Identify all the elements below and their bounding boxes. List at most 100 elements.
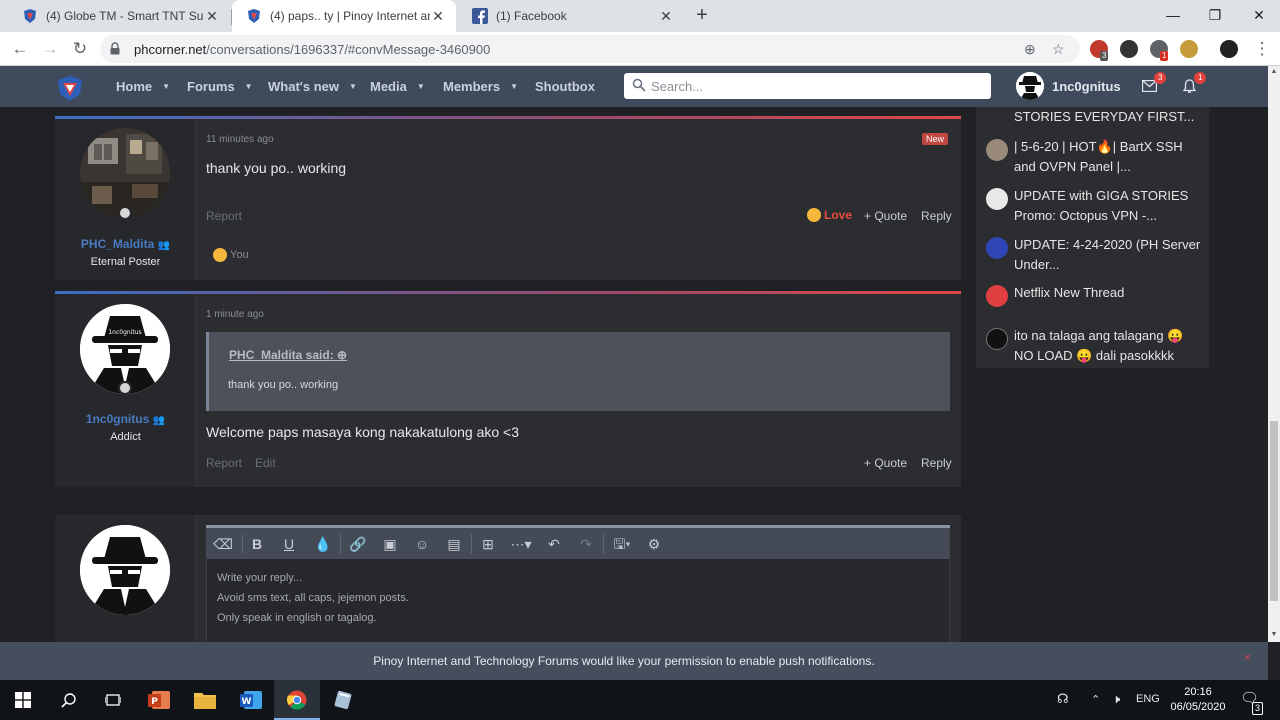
nav-media[interactable]: Media ▼ [370,79,425,94]
undo-icon[interactable]: ↶ [543,534,565,554]
taskbar-chrome[interactable] [274,680,320,720]
author-username[interactable]: 1nc0gnitus 👥 [55,412,196,426]
avatar[interactable] [986,188,1008,210]
thread-title[interactable]: STORIES EVERYDAY FIRST... [1014,107,1206,127]
tab-close-icon[interactable]: ✕ [204,8,220,25]
reply-button[interactable]: Reply [921,456,952,470]
message-timestamp[interactable]: 1 minute ago [206,309,264,320]
edit-link[interactable]: Edit [255,456,276,470]
sidebar-thread-item[interactable]: STORIES EVERYDAY FIRST... [984,107,1206,127]
love-reaction-button[interactable]: Love [807,208,852,222]
sidebar-thread-item[interactable]: | 5-6-20 | HOT🔥| BartX SSH and OVPN Pane… [984,137,1206,179]
quote-author-link[interactable]: PHC_Maldita said: ⊕ [229,348,347,362]
thread-title[interactable]: Netflix New Thread [1014,283,1206,303]
maximize-button[interactable]: ❐ [1192,0,1238,30]
scrollbar-thumb[interactable] [1270,421,1278,601]
tab-close-icon[interactable]: ✕ [430,8,446,25]
quote-button[interactable]: + Quote [864,456,907,470]
input-language[interactable]: ENG [1136,693,1160,705]
tab-facebook[interactable]: (1) Facebook ✕ [458,0,684,32]
avatar[interactable] [80,128,170,218]
reply-button[interactable]: Reply [921,209,952,223]
forward-button[interactable]: → [38,37,62,61]
nav-username[interactable]: 1nc0gnitus [1052,79,1121,94]
quote-button[interactable]: + Quote [864,209,907,223]
minimize-button[interactable]: — [1150,0,1196,30]
nav-whats-new[interactable]: What's new ▼ [268,79,357,94]
scroll-up-icon[interactable]: ▲ [1268,68,1280,75]
profile-avatar-icon[interactable] [1220,40,1238,58]
smiley-icon[interactable]: ☺ [411,534,433,554]
author-username[interactable]: PHC_Maldita 👥 [55,237,196,251]
system-clock[interactable]: 20:16 06/05/2020 [1168,685,1228,715]
redo-icon[interactable]: ↷ [575,534,597,554]
start-button[interactable] [0,680,46,720]
volume-muted-icon[interactable]: 🕨 [1112,691,1120,707]
new-tab-button[interactable]: + [691,4,713,28]
close-window-button[interactable]: ✕ [1236,0,1280,30]
gear-icon[interactable]: ⚙ [643,534,665,554]
chevron-up-icon[interactable]: ⌃ [1091,693,1100,706]
thread-title[interactable]: UPDATE with GIGA STORIES Promo: Octopus … [1014,186,1206,226]
bold-icon[interactable]: B [246,534,268,554]
report-link[interactable]: Report [206,209,242,223]
clock-time: 20:16 [1184,686,1212,698]
tab-phcorner-conversation[interactable]: (4) paps.. ty | Pinoy Internet and T ✕ [232,0,456,32]
sidebar-thread-item[interactable]: Netflix New Thread [984,283,1206,307]
address-bar[interactable]: phcorner.net/conversations/1696337/#conv… [100,35,1080,63]
taskbar-powerpoint[interactable]: P [136,680,182,720]
reaction-summary[interactable]: You [213,248,249,262]
gif-icon[interactable]: ▤ [443,534,465,554]
cookie-extension-icon[interactable] [1180,40,1198,58]
push-notification-banner[interactable]: Pinoy Internet and Technology Forums wou… [0,642,1268,680]
nav-home[interactable]: Home ▼ [116,79,170,94]
tab-globe-tm[interactable]: (4) Globe TM - Smart TNT Sun RP ✕ [8,0,230,32]
tab-close-icon[interactable]: ✕ [658,8,674,25]
text-color-icon[interactable]: 💧 [312,534,334,554]
link-icon[interactable]: 🔗 [347,534,369,554]
back-button[interactable]: ← [8,37,32,61]
user-avatar[interactable] [1016,72,1044,100]
close-icon[interactable]: ✕ [1243,653,1251,664]
avatar[interactable] [986,285,1008,307]
menu-dots-icon[interactable]: ⋮ [1250,37,1274,61]
avatar[interactable] [986,139,1008,161]
thread-title[interactable]: | 5-6-20 | HOT🔥| BartX SSH and OVPN Pane… [1014,137,1206,177]
sidebar-thread-item[interactable]: UPDATE with GIGA STORIES Promo: Octopus … [984,186,1206,228]
scroll-down-icon[interactable]: ▼ [1268,631,1280,638]
image-icon[interactable]: ▣ [379,534,401,554]
reply-textarea[interactable]: Write your reply... Avoid sms text, all … [206,559,950,642]
table-icon[interactable]: ⊞ [477,534,499,554]
thread-title[interactable]: UPDATE: 4-24-2020 (PH Server Under... [1014,235,1206,275]
taskbar-app[interactable] [320,680,366,720]
site-logo-icon[interactable] [56,74,84,102]
tab-title: (4) Globe TM - Smart TNT Sun RP [46,9,204,23]
taskbar-file-explorer[interactable] [182,680,228,720]
sidebar-thread-item[interactable]: UPDATE: 4-24-2020 (PH Server Under... [984,235,1206,277]
clock-date: 06/05/2020 [1170,701,1226,713]
sidebar-thread-item[interactable]: ito na talaga ang talagang 😛 NO LOAD 😛 d… [984,326,1206,368]
extension-icon[interactable] [1120,40,1138,58]
page-scrollbar[interactable]: ▲ ▼ [1268,66,1280,642]
reload-button[interactable]: ↻ [68,37,92,61]
eraser-icon[interactable]: ⌫ [212,534,234,554]
message-timestamp[interactable]: 11 minutes ago [206,134,274,145]
avatar[interactable] [986,237,1008,259]
taskbar-word[interactable]: W [228,680,274,720]
nav-members[interactable]: Members ▼ [443,79,518,94]
install-app-icon[interactable]: ⊕ [1024,41,1036,58]
search-taskbar-button[interactable] [46,680,92,720]
nav-shoutbox[interactable]: Shoutbox [535,79,595,94]
bookmark-star-icon[interactable]: ☆ [1052,41,1065,58]
more-options-icon[interactable]: ⋯▾ [506,534,536,554]
report-link[interactable]: Report [206,456,242,470]
people-icon[interactable]: ☊ [1057,691,1069,707]
task-view-button[interactable] [90,680,136,720]
inbox-count-badge: 3 [1154,72,1167,84]
thread-title[interactable]: ito na talaga ang talagang 😛 NO LOAD 😛 d… [1014,326,1206,366]
drafts-icon[interactable]: 🖫▾ [608,534,636,554]
search-input[interactable]: Search... [624,73,991,99]
underline-icon[interactable]: U [278,534,300,554]
avatar[interactable] [986,328,1008,350]
nav-forums[interactable]: Forums ▼ [187,79,253,94]
